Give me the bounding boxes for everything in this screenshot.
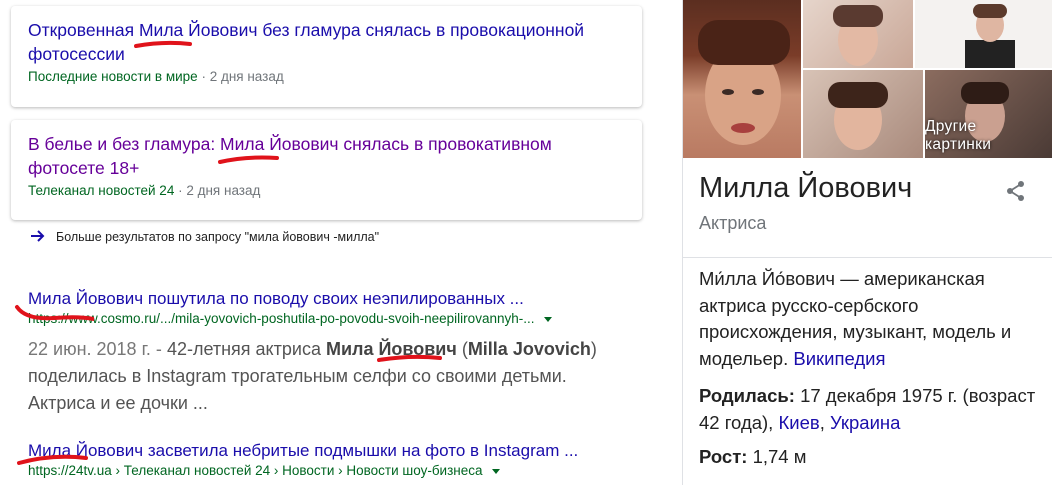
search-result-2-url-text: https://24tv.ua › Телеканал новостей 24 … <box>28 463 483 478</box>
comma: , <box>819 411 830 433</box>
news-card-2-age: 2 дня назад <box>186 183 261 198</box>
portrait-image <box>833 5 883 66</box>
snippet-date: 22 июн. 2018 г. - <box>28 339 162 359</box>
caret-down-icon[interactable] <box>544 316 553 322</box>
snippet-text-pre: 42-летняя актриса <box>161 339 326 359</box>
knowledge-panel: Другие картинки Милла Йовович Актриса Ми… <box>682 0 1052 485</box>
news-card-1-meta: Последние новости в мире · 2 дня назад <box>28 68 625 86</box>
snippet-text-mid: ( <box>456 339 468 359</box>
snippet-bold-name-ru: Мила Йовович <box>325 339 457 359</box>
more-images-label: Другие картинки <box>925 118 992 153</box>
snippet-bold-name-en: Milla Jovovich <box>467 339 591 359</box>
fact-born-city-link[interactable]: Киев <box>778 412 819 433</box>
fact-height-value: 1,74 м <box>752 446 807 467</box>
portrait-image <box>828 82 888 150</box>
search-result-2: Мила Йовович засветила небритые подмышки… <box>28 440 628 480</box>
portrait-image <box>698 20 790 145</box>
more-results-link[interactable]: Больше результатов по запросу "мила йово… <box>30 229 379 244</box>
image-tile-5[interactable]: Другие картинки <box>925 70 1052 158</box>
news-card-2: В белье и без гламура: Мила Йовович снял… <box>11 120 642 220</box>
share-icon[interactable] <box>1005 180 1027 202</box>
search-result-1: Мила Йовович пошутила по поводу своих не… <box>28 288 628 417</box>
search-result-1-url-text: https://www.cosmo.ru/.../mila-yovovich-p… <box>28 311 535 326</box>
caret-down-icon[interactable] <box>492 468 501 474</box>
image-tile-4[interactable] <box>803 70 923 158</box>
search-result-1-title[interactable]: Мила Йовович пошутила по поводу своих не… <box>28 288 628 310</box>
wikipedia-link[interactable]: Википедия <box>793 348 885 369</box>
fact-born-country-link[interactable]: Украина <box>830 412 900 433</box>
search-result-2-title[interactable]: Мила Йовович засветила небритые подмышки… <box>28 440 628 462</box>
entity-description: Ми́лла Йо́вович — американская актриса р… <box>699 266 1044 372</box>
fact-born-label: Родилась: <box>699 385 795 406</box>
news-card-2-meta: Телеканал новостей 24 · 2 дня назад <box>28 182 625 200</box>
portrait-image <box>965 4 1015 68</box>
search-result-1-snippet: 22 июн. 2018 г. - 42-летняя актриса Мила… <box>28 336 618 417</box>
image-tile-2[interactable] <box>803 0 913 68</box>
divider <box>683 257 1052 258</box>
news-card-1: Откровенная Мила Йовович без гламура сня… <box>11 6 642 107</box>
news-card-1-age: 2 дня назад <box>209 69 284 84</box>
search-result-1-url: https://www.cosmo.ru/.../mila-yovovich-p… <box>28 310 628 328</box>
news-card-1-source: Последние новости в мире <box>28 69 198 84</box>
meta-separator: · <box>201 69 210 84</box>
news-card-2-source: Телеканал новостей 24 <box>28 183 175 198</box>
image-tile-main[interactable] <box>683 0 801 158</box>
fact-height: Рост: 1,74 м <box>699 444 1044 471</box>
news-card-1-title[interactable]: Откровенная Мила Йовович без гламура сня… <box>28 18 625 66</box>
more-results-label: Больше результатов по запросу "мила йово… <box>56 229 380 244</box>
entity-type: Актриса <box>699 213 767 233</box>
news-card-2-title[interactable]: В белье и без гламура: Мила Йовович снял… <box>28 132 625 180</box>
fact-height-label: Рост: <box>699 446 748 467</box>
entity-name: Милла Йовович <box>699 172 913 204</box>
search-result-2-url: https://24tv.ua › Телеканал новостей 24 … <box>28 462 628 480</box>
arrow-right-icon <box>30 229 46 244</box>
fact-born: Родилась: 17 декабря 1975 г. (возраст 42… <box>699 383 1044 436</box>
image-tile-3[interactable] <box>915 0 1052 68</box>
